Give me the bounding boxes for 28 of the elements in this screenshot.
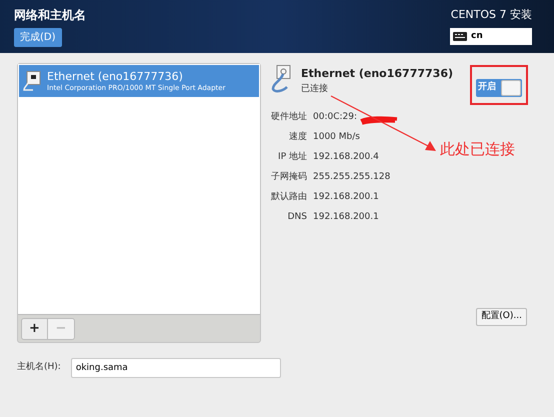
field-value: 00:0C:29: [313, 111, 358, 124]
hostname-field[interactable]: oking.sama [70, 358, 281, 378]
field-value: 255.255.255.128 [313, 171, 390, 184]
redaction-scribble [359, 115, 399, 125]
hostname-label: 主机名(H): [17, 361, 61, 374]
field-label: 子网掩码 [271, 171, 307, 184]
add-button[interactable]: + [21, 318, 48, 340]
field-label: 默认路由 [271, 191, 307, 204]
field-value: 192.168.200.4 [313, 151, 379, 164]
network-port-icon [23, 71, 41, 91]
highlight-frame [470, 65, 528, 105]
connection-status: 已连接 [301, 83, 329, 96]
configure-button[interactable]: 配置(O)... [476, 308, 527, 326]
field-label: IP 地址 [277, 151, 307, 164]
keyboard-layout-value: cn [471, 30, 483, 43]
device-name: Ethernet (eno16777736) [47, 70, 184, 82]
field-label: 速度 [288, 131, 307, 144]
keyboard-icon [453, 32, 467, 41]
annotation-label: 此处已连接 [440, 139, 515, 159]
field-label: DNS [286, 211, 307, 224]
field-value: 192.168.200.1 [313, 191, 379, 204]
keyboard-layout-field[interactable]: cn [450, 28, 532, 45]
page-title: 网络和主机名 [14, 8, 86, 22]
product-title: CENTOS 7 安装 [450, 8, 532, 22]
field-value: 192.168.200.1 [313, 211, 379, 224]
field-label: 硬件地址 [271, 111, 307, 124]
field-value: 1000 Mb/s [313, 131, 360, 144]
device-name: Ethernet (eno16777736) [301, 67, 454, 81]
